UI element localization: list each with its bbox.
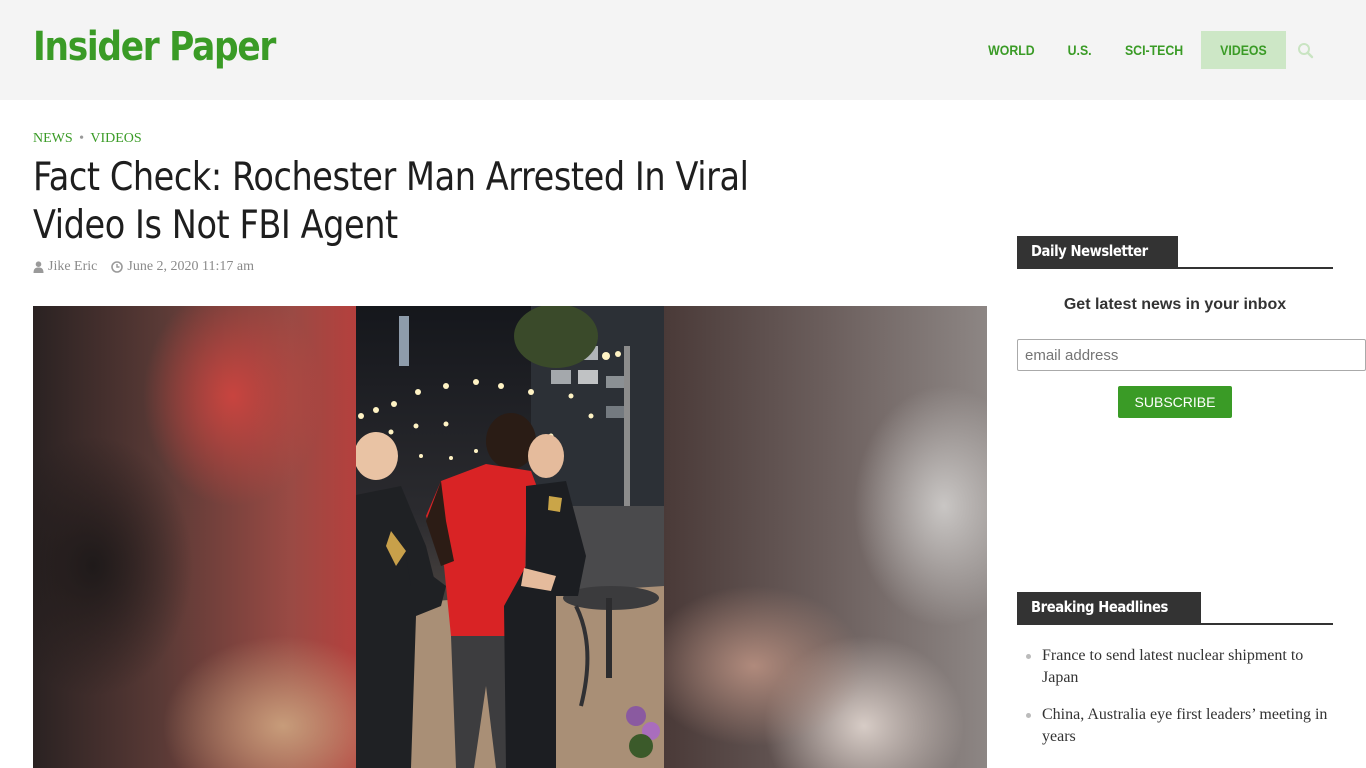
category-link-videos[interactable]: VIDEOS bbox=[90, 131, 141, 146]
newsletter-heading-text: Daily Newsletter bbox=[1031, 242, 1148, 260]
featured-image-blur-right bbox=[664, 306, 987, 768]
search-icon bbox=[1297, 42, 1313, 58]
site-logo[interactable]: Insider Paper bbox=[33, 24, 276, 70]
breaking-headlines-list: France to send latest nuclear shipment t… bbox=[1017, 645, 1333, 748]
list-item: China, Australia eye first leaders’ meet… bbox=[1026, 704, 1333, 748]
breaking-heading-bar: Breaking Headlines bbox=[1017, 592, 1333, 625]
site-header: Insider Paper WORLD U.S. SCI-TECH VIDEOS bbox=[0, 0, 1366, 100]
list-item: France to send latest nuclear shipment t… bbox=[1026, 645, 1333, 689]
newsletter-heading-bar: Daily Newsletter bbox=[1017, 236, 1333, 269]
nav-item-videos-label: VIDEOS bbox=[1220, 42, 1267, 58]
featured-image-blur-left bbox=[33, 306, 356, 768]
subscribe-button[interactable]: SUBSCRIBE bbox=[1118, 386, 1232, 418]
newsletter-email-input[interactable] bbox=[1017, 339, 1366, 371]
headline-link[interactable]: China, Australia eye first leaders’ meet… bbox=[1042, 706, 1327, 745]
bullet-icon bbox=[1026, 654, 1031, 659]
nav-item-sci-tech[interactable]: SCI-TECH bbox=[1113, 31, 1196, 69]
category-separator: • bbox=[79, 131, 85, 146]
bullet-icon bbox=[1026, 713, 1031, 718]
author-link[interactable]: Jike Eric bbox=[33, 259, 97, 275]
main-nav: WORLD U.S. SCI-TECH VIDEOS bbox=[971, 31, 1324, 69]
nav-item-us[interactable]: U.S. bbox=[1055, 31, 1104, 69]
breaking-heading-text: Breaking Headlines bbox=[1031, 598, 1168, 616]
nav-item-videos[interactable]: VIDEOS bbox=[1201, 31, 1286, 69]
category-link-news[interactable]: NEWS bbox=[33, 131, 73, 146]
breadcrumb: NEWS • VIDEOS bbox=[33, 131, 142, 147]
article-meta: Jike Eric June 2, 2020 11:17 am bbox=[33, 259, 268, 275]
article-title-wrap: Fact Check: Rochester Man Arrested In Vi… bbox=[33, 154, 749, 250]
newsletter-heading: Daily Newsletter bbox=[1017, 236, 1178, 267]
breaking-heading: Breaking Headlines bbox=[1017, 592, 1201, 623]
arrest-photo-illustration bbox=[356, 306, 664, 768]
featured-photo bbox=[356, 306, 664, 768]
publish-date: June 2, 2020 11:17 am bbox=[111, 259, 254, 275]
article-title: Fact Check: Rochester Man Arrested In Vi… bbox=[33, 155, 749, 248]
search-button[interactable] bbox=[1286, 31, 1324, 69]
featured-image[interactable] bbox=[33, 306, 987, 768]
nav-item-world[interactable]: WORLD bbox=[976, 31, 1047, 69]
headline-link[interactable]: France to send latest nuclear shipment t… bbox=[1042, 647, 1303, 686]
publish-date-text: June 2, 2020 11:17 am bbox=[127, 259, 255, 274]
author-name: Jike Eric bbox=[48, 259, 98, 274]
newsletter-widget: Daily Newsletter Get latest news in your… bbox=[1017, 236, 1366, 418]
newsletter-tagline: Get latest news in your inbox bbox=[1063, 296, 1287, 313]
breaking-headlines-widget: Breaking Headlines France to send latest… bbox=[1017, 592, 1333, 748]
user-icon bbox=[33, 261, 44, 273]
clock-icon bbox=[111, 261, 124, 273]
